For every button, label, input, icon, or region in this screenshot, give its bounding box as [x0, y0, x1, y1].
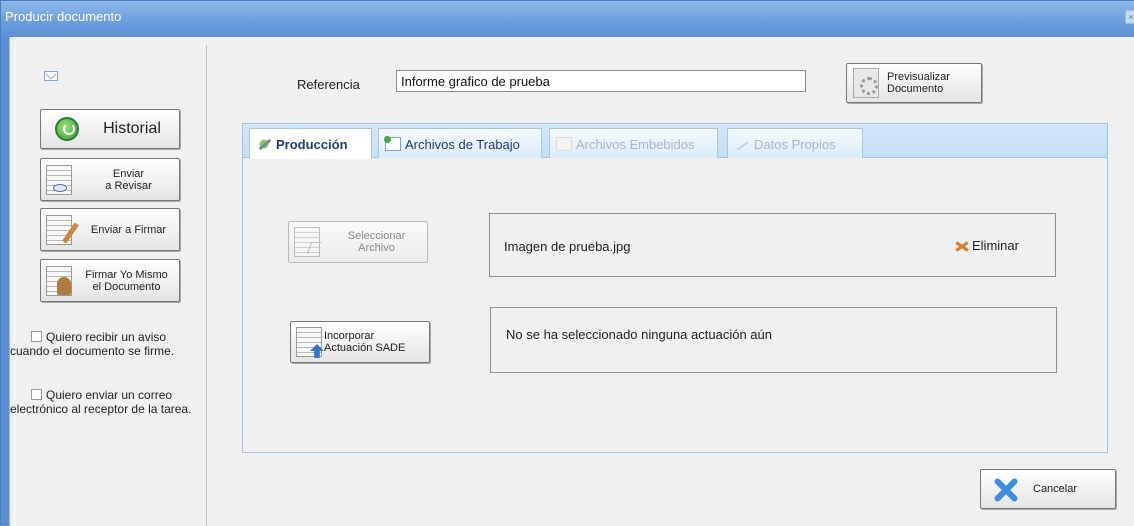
- previsualizar-documento-button[interactable]: Previsualizar Documento: [846, 63, 982, 103]
- add-document-icon: [384, 136, 401, 151]
- tab-panel: Producción Archivos de Trabajo Archivos …: [242, 123, 1108, 453]
- history-icon: [55, 117, 79, 141]
- seleccionar-archivo-button: Seleccionar Archivo: [288, 221, 428, 263]
- pencil-icon: [734, 137, 750, 151]
- correo-checkbox[interactable]: [31, 389, 42, 400]
- tab-produccion[interactable]: Producción: [249, 128, 372, 159]
- tools-icon: [256, 137, 272, 151]
- incorporar-line1: Incorporar: [324, 330, 375, 342]
- historial-button[interactable]: Historial: [40, 109, 180, 149]
- tab-archivos-de-trabajo[interactable]: Archivos de Trabajo: [378, 128, 542, 158]
- document-user-icon: [46, 265, 72, 296]
- enviar-a-firmar-button[interactable]: Enviar a Firmar: [40, 208, 180, 251]
- firmar-yo-line1: Firmar Yo Mismo: [85, 268, 168, 281]
- cancel-x-icon: [993, 476, 1019, 502]
- preview-line1: Previsualizar: [887, 71, 950, 83]
- tab-archivos-embebidos: Archivos Embebidos: [549, 128, 718, 158]
- tab-archivos-label: Archivos de Trabajo: [405, 137, 520, 152]
- enviar-a-revisar-button[interactable]: Enviar a Revisar: [40, 158, 180, 201]
- tab-bar: Producción Archivos de Trabajo Archivos …: [243, 124, 1107, 159]
- aviso-checkbox[interactable]: [31, 331, 42, 342]
- producir-documento-window: Producir documento × Historial Enviar a …: [0, 0, 1134, 526]
- document-review-icon: [46, 164, 72, 195]
- incorporar-actuacion-button[interactable]: Incorporar Actuación SADE: [290, 321, 430, 363]
- tab-propios-label: Datos Propios: [754, 137, 836, 152]
- upload-document-icon: [296, 327, 324, 358]
- cancelar-button[interactable]: Cancelar: [980, 469, 1116, 509]
- main-panel: Referencia Previsualizar Documento Produ…: [208, 37, 1134, 526]
- actuacion-box: No se ha seleccionado ninguna actuación …: [490, 307, 1057, 373]
- tab-embebidos-label: Archivos Embebidos: [576, 137, 695, 152]
- referencia-input[interactable]: [396, 70, 806, 92]
- actuacion-status-text: No se ha seleccionado ninguna actuación …: [506, 327, 772, 342]
- enviar-revisar-line2: a Revisar: [105, 179, 152, 192]
- embedded-files-icon: [556, 137, 572, 151]
- eliminar-label: Eliminar: [972, 238, 1019, 253]
- file-name: Imagen de prueba.jpg: [504, 239, 631, 254]
- firmar-yo-line2: el Documento: [92, 280, 161, 293]
- firmar-yo-mismo-button[interactable]: Firmar Yo Mismo el Documento: [40, 259, 180, 302]
- cancelar-label: Cancelar: [1033, 483, 1078, 495]
- selected-file-box: Imagen de prueba.jpg Eliminar: [489, 213, 1056, 277]
- sidebar: Historial Enviar a Revisar Enviar a Firm…: [10, 45, 207, 526]
- seleccionar-line1: Seleccionar: [347, 230, 406, 242]
- tab-produccion-label: Producción: [276, 137, 348, 152]
- select-file-icon: [294, 227, 322, 257]
- eliminar-button[interactable]: Eliminar: [955, 238, 1019, 253]
- delete-x-icon: [955, 240, 969, 252]
- preview-line2: Documento: [887, 83, 944, 95]
- mail-icon[interactable]: [44, 71, 58, 81]
- incorporar-line2: Actuación SADE: [324, 342, 406, 354]
- window-titlebar[interactable]: Producir documento ×: [1, 1, 1134, 37]
- enviar-revisar-line1: Enviar: [112, 167, 145, 180]
- referencia-label: Referencia: [297, 77, 360, 92]
- aviso-checkbox-row: Quiero recibir un aviso cuando el docume…: [10, 330, 202, 358]
- close-icon[interactable]: ×: [1125, 10, 1134, 24]
- enviar-firmar-label: Enviar a Firmar: [90, 223, 167, 236]
- window-title: Producir documento: [5, 9, 122, 24]
- seleccionar-line2: Archivo: [358, 242, 395, 254]
- preview-gear-icon: [853, 68, 879, 98]
- document-sign-icon: [46, 214, 79, 245]
- historial-label: Historial: [103, 120, 161, 137]
- window-client-area: Historial Enviar a Revisar Enviar a Firm…: [9, 37, 1134, 526]
- tab-datos-propios: Datos Propios: [727, 128, 863, 158]
- correo-checkbox-row: Quiero enviar un correo electrónico al r…: [10, 388, 202, 416]
